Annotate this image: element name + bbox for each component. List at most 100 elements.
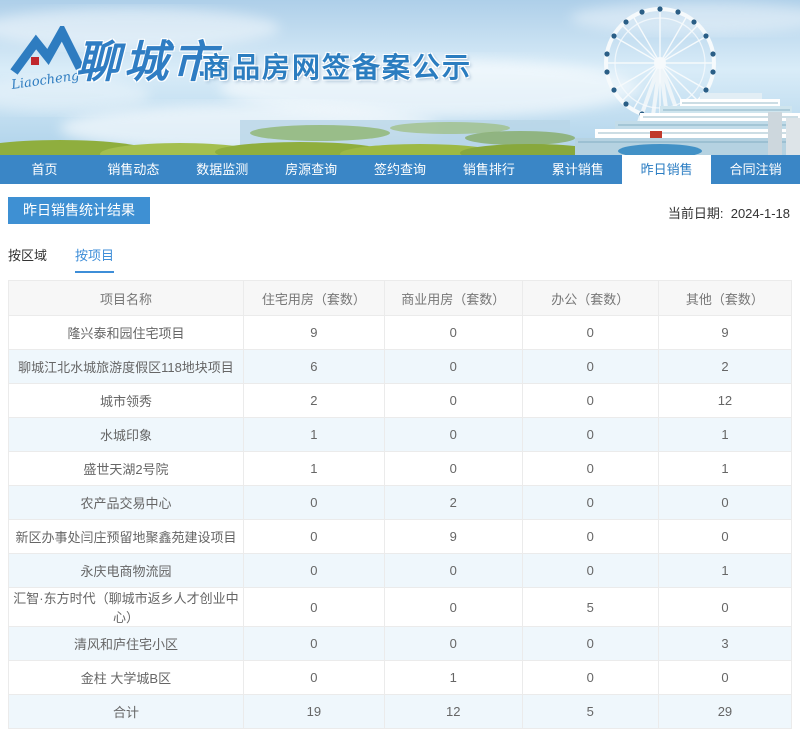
count-cell: 0 <box>521 383 659 418</box>
table-row: 聊城江北水城旅游度假区118地块项目 6 0 0 2 <box>8 349 793 384</box>
project-name-cell: 盛世天湖2号院 <box>8 451 244 486</box>
count-cell: 0 <box>521 451 659 486</box>
tab-0[interactable]: 按区域 <box>8 245 47 271</box>
project-name-cell: 隆兴泰和园住宅项目 <box>8 315 244 350</box>
table-body: 隆兴泰和园住宅项目 9 0 0 9 聊城江北水城旅游度假区118地块项目 6 0 0 2 城市领秀 2… <box>8 315 793 729</box>
count-cell: 0 <box>383 349 523 384</box>
count-cell: 0 <box>521 315 659 350</box>
count-cell: 2 <box>383 485 523 520</box>
nav-item-4[interactable]: 签约查询 <box>356 155 445 184</box>
count-cell: 0 <box>242 485 385 520</box>
project-name-cell: 金柱 大学城B区 <box>8 660 244 695</box>
project-name-cell: 聊城江北水城旅游度假区118地块项目 <box>8 349 244 384</box>
project-name-cell: 农产品交易中心 <box>8 485 244 520</box>
count-cell: 2 <box>242 383 385 418</box>
table-row: 城市领秀 2 0 0 12 <box>8 383 793 418</box>
liaocheng-logo: Liaocheng <box>10 26 82 94</box>
header-banner: Liaocheng 聊城市 商品房网签备案公示 <box>0 0 800 155</box>
count-cell: 0 <box>657 519 793 554</box>
count-cell: 0 <box>242 553 385 588</box>
nav-item-0[interactable]: 首页 <box>0 155 89 184</box>
count-cell: 9 <box>383 519 523 554</box>
column-header-0: 项目名称 <box>8 280 244 316</box>
tab-1[interactable]: 按项目 <box>75 245 115 273</box>
site-title: 商品房网签备案公示 <box>202 52 473 83</box>
count-cell: 0 <box>383 315 523 350</box>
total-row: 合计 19 12 5 29 <box>8 694 793 729</box>
count-cell: 1 <box>657 417 793 452</box>
count-cell: 6 <box>242 349 385 384</box>
project-name-cell: 永庆电商物流园 <box>8 553 244 588</box>
count-cell: 1 <box>657 451 793 486</box>
current-date-value: 2024-1-18 <box>730 206 790 221</box>
count-cell: 0 <box>657 660 793 695</box>
count-cell: 1 <box>242 417 385 452</box>
logo-text: Liaocheng <box>10 69 80 94</box>
main-nav: 首页 销售动态 数据监测 房源查询 签约查询 销售排行 累计销售 昨日销售 合同注销 <box>0 155 800 184</box>
page-title: 昨日销售统计结果 <box>8 197 150 224</box>
count-cell: 0 <box>242 626 385 661</box>
count-cell: 12 <box>383 694 523 729</box>
count-cell: 0 <box>242 660 385 695</box>
nav-item-8[interactable]: 合同注销 <box>711 155 800 184</box>
view-tabs: 按区域 按项目 <box>8 245 792 273</box>
count-cell: 9 <box>657 315 793 350</box>
count-cell: 0 <box>657 587 793 627</box>
table-row: 隆兴泰和园住宅项目 9 0 0 9 <box>8 315 793 350</box>
table-row: 永庆电商物流园 0 0 0 1 <box>8 553 793 588</box>
count-cell: 0 <box>383 553 523 588</box>
count-cell: 19 <box>242 694 385 729</box>
brand-name: 聊城市 <box>76 37 220 88</box>
table-row: 农产品交易中心 0 2 0 0 <box>8 485 793 520</box>
count-cell: 29 <box>657 694 793 729</box>
title-row: 昨日销售统计结果 当前日期: 2024-1-18 <box>8 197 792 224</box>
column-header-4: 其他（套数） <box>657 280 793 316</box>
count-cell: 0 <box>521 660 659 695</box>
project-name-cell: 合计 <box>8 694 244 729</box>
count-cell: 0 <box>521 626 659 661</box>
column-header-2: 商业用房（套数） <box>383 280 523 316</box>
count-cell: 5 <box>521 694 659 729</box>
count-cell: 2 <box>657 349 793 384</box>
nav-item-1[interactable]: 销售动态 <box>89 155 178 184</box>
count-cell: 3 <box>657 626 793 661</box>
count-cell: 1 <box>242 451 385 486</box>
project-name-cell: 城市领秀 <box>8 383 244 418</box>
count-cell: 0 <box>657 485 793 520</box>
table-header: 项目名称 住宅用房（套数） 商业用房（套数） 办公（套数） 其他（套数） <box>8 280 793 316</box>
count-cell: 0 <box>383 626 523 661</box>
table-row: 金柱 大学城B区 0 1 0 0 <box>8 660 793 695</box>
count-cell: 0 <box>521 519 659 554</box>
table-row: 新区办事处闫庄预留地聚鑫苑建设项目 0 9 0 0 <box>8 519 793 554</box>
nav-item-6[interactable]: 累计销售 <box>533 155 622 184</box>
column-header-1: 住宅用房（套数） <box>242 280 385 316</box>
count-cell: 5 <box>521 587 659 627</box>
table-row: 清风和庐住宅小区 0 0 0 3 <box>8 626 793 661</box>
nav-item-7[interactable]: 昨日销售 <box>622 155 712 184</box>
count-cell: 0 <box>383 383 523 418</box>
table-row: 盛世天湖2号院 1 0 0 1 <box>8 451 793 486</box>
nav-item-2[interactable]: 数据监测 <box>178 155 267 184</box>
sales-table: 项目名称 住宅用房（套数） 商业用房（套数） 办公（套数） 其他（套数） 隆兴泰和园住宅… <box>8 280 793 729</box>
current-date-label: 当前日期: <box>667 206 724 221</box>
count-cell: 0 <box>521 485 659 520</box>
count-cell: 12 <box>657 383 793 418</box>
project-name-cell: 汇智·东方时代（聊城市返乡人才创业中心） <box>8 587 244 627</box>
count-cell: 0 <box>242 587 385 627</box>
project-name-cell: 清风和庐住宅小区 <box>8 626 244 661</box>
nav-item-3[interactable]: 房源查询 <box>267 155 356 184</box>
count-cell: 0 <box>383 451 523 486</box>
count-cell: 0 <box>242 519 385 554</box>
current-date: 当前日期: 2024-1-18 <box>668 203 790 222</box>
count-cell: 0 <box>521 553 659 588</box>
table-row: 水城印象 1 0 0 1 <box>8 417 793 452</box>
count-cell: 0 <box>521 349 659 384</box>
count-cell: 0 <box>383 417 523 452</box>
count-cell: 0 <box>383 587 523 627</box>
project-name-cell: 新区办事处闫庄预留地聚鑫苑建设项目 <box>8 519 244 554</box>
nav-item-5[interactable]: 销售排行 <box>444 155 533 184</box>
count-cell: 0 <box>521 417 659 452</box>
project-name-cell: 水城印象 <box>8 417 244 452</box>
count-cell: 1 <box>383 660 523 695</box>
column-header-3: 办公（套数） <box>521 280 659 316</box>
